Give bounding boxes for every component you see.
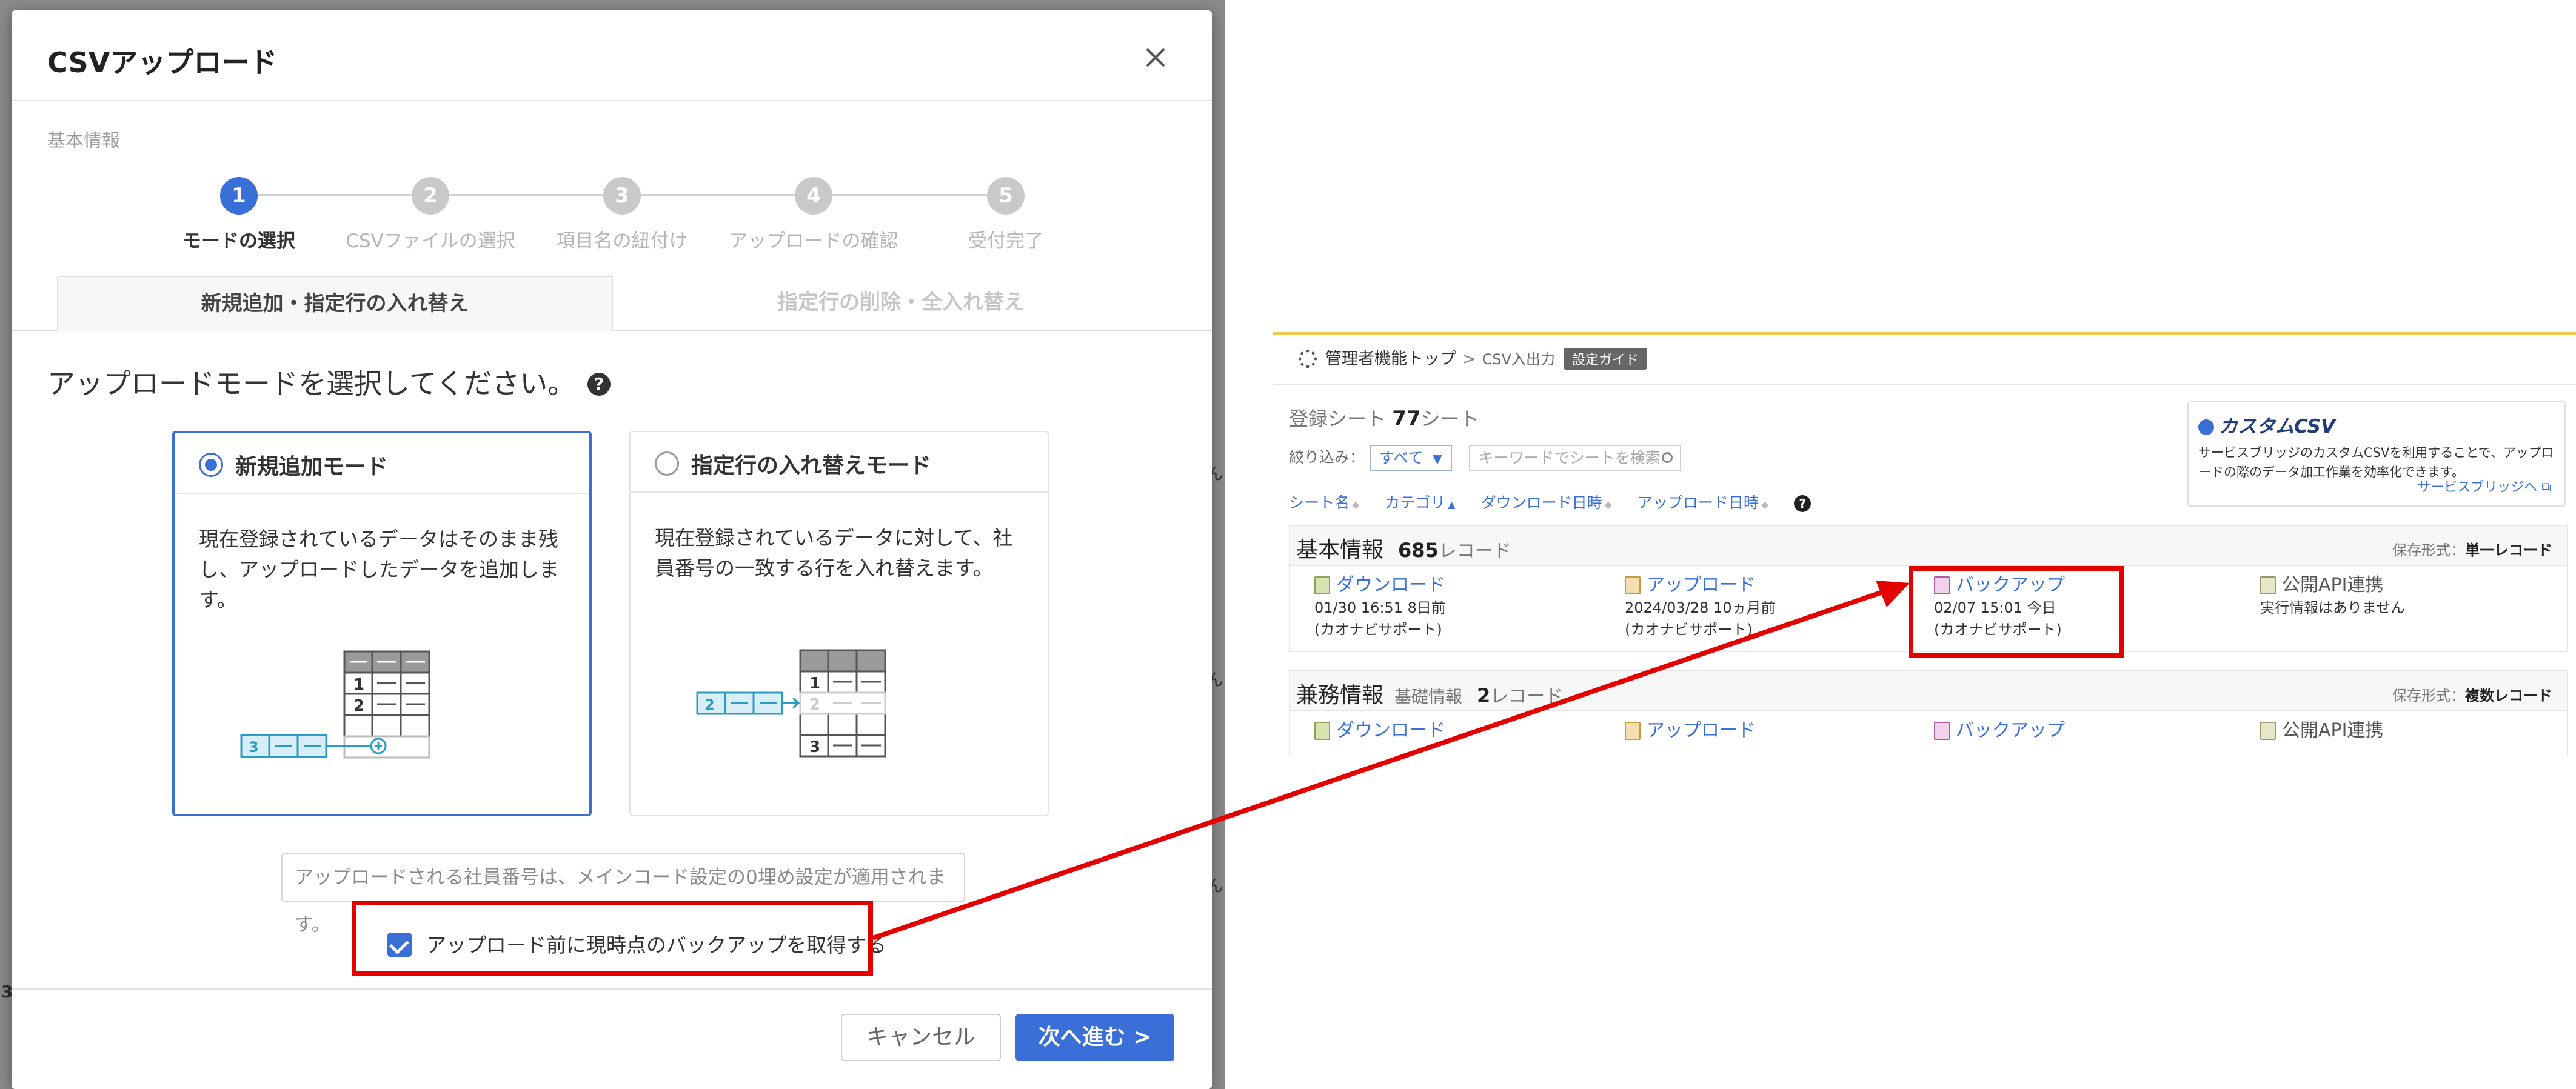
annotation-arrow	[872, 581, 1910, 941]
arrow-line	[872, 589, 1885, 941]
screenshot-canvas: ん ん ん 3 CSVアップロード 基本情報 1 モードの選択 2 CSVファイ…	[0, 0, 2576, 1089]
